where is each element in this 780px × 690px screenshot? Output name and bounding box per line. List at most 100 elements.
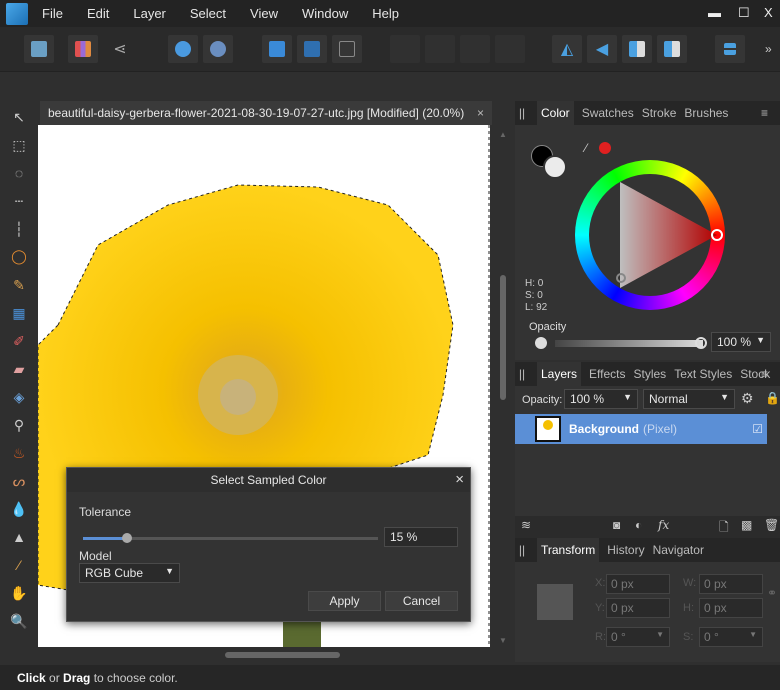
panel-menu-icon[interactable]: ≡ [761, 106, 768, 120]
anchor-point-selector[interactable] [537, 584, 573, 620]
tab-brushes[interactable]: Brushes [684, 106, 728, 120]
select-all-button[interactable] [262, 35, 292, 63]
rotate-right-button[interactable] [657, 35, 687, 63]
blur-tool-icon[interactable]: 💧 [10, 500, 28, 518]
rectangular-marquee-tool-icon[interactable]: ⬚ [10, 136, 28, 154]
cancel-button[interactable]: Cancel [385, 591, 458, 611]
new-layer-icon[interactable]: 🗋 [719, 518, 729, 539]
flood-select-tool-icon[interactable]: ▦ [10, 304, 28, 322]
tab-navigator[interactable]: Navigator [653, 543, 704, 557]
rotate-left-button[interactable] [622, 35, 652, 63]
column-marquee-tool-icon[interactable]: ┆ [10, 220, 28, 238]
sharpen-tool-icon[interactable]: ▲ [10, 528, 28, 546]
layer-visibility-checkbox[interactable]: ☑ [752, 422, 763, 436]
blend-mode-select[interactable]: Normal ▼ [643, 389, 735, 409]
minimize-button[interactable]: ▬ [708, 5, 721, 20]
shear-field[interactable]: 0 ° ▼ [699, 627, 763, 647]
tab-text-styles[interactable]: Text Styles [674, 367, 732, 381]
elliptical-marquee-tool-icon[interactable]: ◌ [10, 164, 28, 182]
burn-tool-icon[interactable]: ♨ [10, 444, 28, 462]
document-tab[interactable]: beautiful-daisy-gerbera-flower-2021-08-3… [40, 101, 492, 125]
tolerance-input[interactable]: 15 % [384, 527, 458, 547]
panel-menu-icon[interactable]: ≡ [761, 367, 768, 381]
selection-brush-tool-icon[interactable]: ✎ [10, 276, 28, 294]
tab-stroke[interactable]: Stroke [642, 106, 677, 120]
arrange-2-button[interactable] [425, 35, 455, 63]
flip-vertical-button[interactable]: ◀ [587, 35, 617, 63]
opacity-slider[interactable] [555, 340, 703, 347]
erase-brush-tool-icon[interactable]: ▰ [10, 360, 28, 378]
arrange-1-button[interactable] [390, 35, 420, 63]
layer-opacity-select[interactable]: 100 % ▼ [564, 389, 638, 409]
vertical-scrollbar[interactable]: ▲ ▼ [497, 130, 509, 645]
menu-help[interactable]: Help [372, 6, 399, 21]
tab-history[interactable]: History [607, 543, 644, 557]
menu-edit[interactable]: Edit [87, 6, 109, 21]
pixel-persona-button[interactable] [68, 35, 98, 63]
y-field[interactable]: 0 px [606, 598, 670, 618]
flip-horizontal-button[interactable]: ◭ [552, 35, 582, 63]
new-pixel-layer-icon[interactable]: ▩ [741, 518, 752, 532]
tolerance-slider-handle[interactable] [122, 533, 133, 543]
smudge-tool-icon[interactable]: ᔕ [10, 472, 28, 490]
share-button[interactable]: ⋖ [105, 35, 135, 63]
menu-file[interactable]: File [42, 6, 63, 21]
color-wheel[interactable] [575, 160, 725, 310]
gear-icon[interactable]: ⚙ [741, 390, 754, 407]
tab-swatches[interactable]: Swatches [582, 106, 634, 120]
fx-icon[interactable]: fx [658, 518, 669, 532]
w-field[interactable]: 0 px [699, 574, 763, 594]
lock-icon[interactable]: 🔒 [765, 391, 780, 405]
freehand-selection-tool-icon[interactable]: ◯ [10, 247, 28, 265]
link-icon[interactable]: ⚭ [767, 586, 777, 600]
tab-effects[interactable]: Effects [589, 367, 625, 381]
eyedropper-icon[interactable]: ⁄ [585, 141, 587, 155]
opacity-slider-handle[interactable] [695, 337, 707, 349]
paint-brush-tool-icon[interactable]: ✐ [10, 332, 28, 350]
x-field[interactable]: 0 px [606, 574, 670, 594]
model-select[interactable]: RGB Cube ▼ [79, 563, 180, 583]
align-button[interactable] [715, 35, 745, 63]
adjustment-layer-icon[interactable]: ◐ [635, 518, 642, 532]
layer-row-background[interactable]: Background (Pixel) ☑ [515, 414, 767, 444]
tab-styles[interactable]: Styles [634, 367, 667, 381]
zoom-lens-tool-icon[interactable]: ⚲ [10, 416, 28, 434]
tab-color[interactable]: Color [537, 101, 574, 125]
menu-view[interactable]: View [250, 6, 278, 21]
arrange-4-button[interactable] [495, 35, 525, 63]
dialog-close-button[interactable]: × [455, 471, 464, 488]
mask-layer-icon[interactable]: ◙ [613, 518, 620, 532]
apply-button[interactable]: Apply [308, 591, 381, 611]
close-window-button[interactable]: X [764, 5, 773, 20]
arrange-3-button[interactable] [460, 35, 490, 63]
trash-icon[interactable]: 🗑 [764, 518, 779, 532]
fill-color-swatch[interactable] [543, 155, 567, 179]
picked-color-swatch[interactable] [599, 142, 611, 154]
tab-layers[interactable]: Layers [537, 362, 582, 386]
zoom-tool-icon[interactable]: 🔍 [10, 612, 28, 630]
color-picker-tool-icon[interactable]: ⁄ [10, 556, 28, 574]
deselect-button[interactable] [297, 35, 327, 63]
maximize-button[interactable]: ☐ [738, 5, 750, 21]
tab-transform[interactable]: Transform [537, 538, 600, 562]
layer-stack-icon[interactable]: ≋ [521, 518, 531, 532]
menu-layer[interactable]: Layer [133, 6, 166, 21]
hand-tool-icon[interactable]: ✋ [10, 584, 28, 602]
vertical-scroll-thumb[interactable] [500, 275, 506, 400]
horizontal-scrollbar[interactable] [40, 648, 490, 662]
move-tool-icon[interactable]: ↖ [10, 108, 28, 126]
rotation-field[interactable]: 0 ° ▼ [606, 627, 670, 647]
toolbar-more-button[interactable]: » [765, 42, 772, 56]
close-document-button[interactable]: × [477, 106, 484, 120]
quickmask-button[interactable] [168, 35, 198, 63]
h-field[interactable]: 0 px [699, 598, 763, 618]
no-quickmask-button[interactable] [203, 35, 233, 63]
horizontal-scroll-thumb[interactable] [225, 652, 340, 658]
color-triangle[interactable] [575, 160, 725, 310]
menu-window[interactable]: Window [302, 6, 348, 21]
photo-persona-button[interactable] [24, 35, 54, 63]
flood-fill-tool-icon[interactable]: ◈ [10, 388, 28, 406]
row-marquee-tool-icon[interactable]: ┄ [10, 192, 28, 210]
opacity-input[interactable]: 100 % ▼ [711, 332, 771, 352]
invert-selection-button[interactable] [332, 35, 362, 63]
